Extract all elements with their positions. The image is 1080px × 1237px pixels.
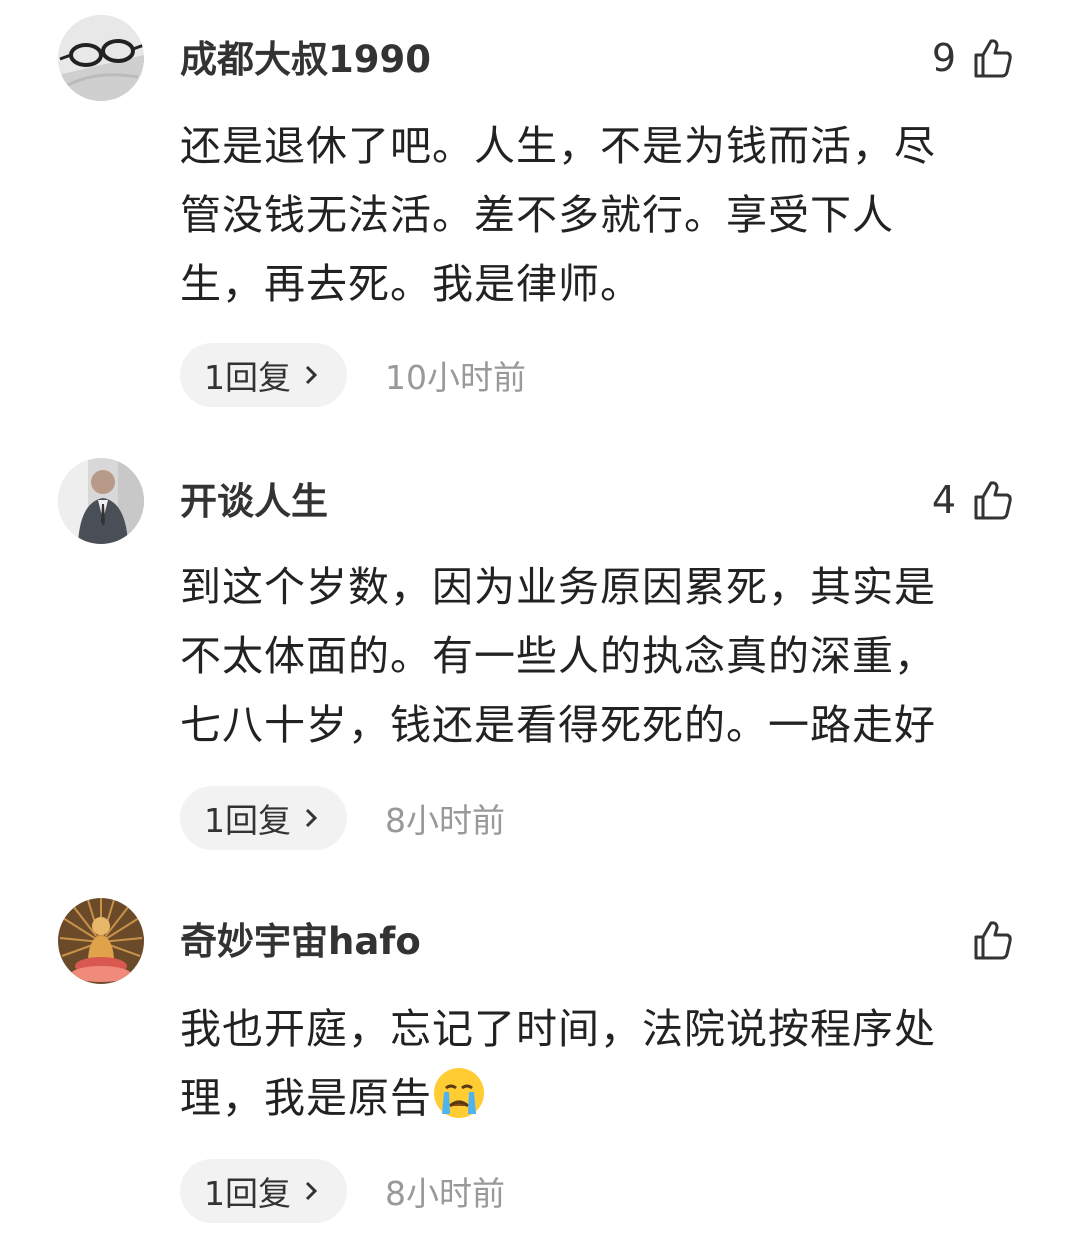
username[interactable]: 奇妙宇宙hafo xyxy=(180,920,421,964)
thumbs-up-icon[interactable] xyxy=(970,36,1014,80)
like-count: 9 xyxy=(931,36,956,80)
reply-button[interactable]: 1回复 xyxy=(180,786,347,850)
like-button[interactable]: 9 xyxy=(932,33,1014,83)
username[interactable]: 成都大叔1990 xyxy=(180,38,431,82)
comment-item: 奇妙宇宙hafo 我也开庭，忘记了时间，法院说按程序处 理，我是原告 1回复 8… xyxy=(0,880,1080,1237)
like-count: 4 xyxy=(931,478,956,522)
username[interactable]: 开谈人生 xyxy=(180,480,328,524)
comment-line-with-emoji: 理，我是原告 xyxy=(180,1064,1020,1133)
reply-row: 1回复 8小时前 xyxy=(180,1159,505,1223)
comment-line: 不太体面的。有一些人的执念真的深重， xyxy=(180,632,936,680)
thumbs-up-icon[interactable] xyxy=(970,918,1014,962)
timestamp: 8小时前 xyxy=(385,1174,505,1213)
reply-label: 1回复 xyxy=(204,358,291,397)
comment-item: 成都大叔1990 9 还是退休了吧。人生，不是为钱而活，尽 管没钱无法活。差不多… xyxy=(0,0,1080,420)
reply-row: 1回复 8小时前 xyxy=(180,786,505,850)
reply-button[interactable]: 1回复 xyxy=(180,343,347,407)
reply-button[interactable]: 1回复 xyxy=(180,1159,347,1223)
comment-line: 管没钱无法活。差不多就行。享受下人 xyxy=(180,191,894,239)
avatar[interactable] xyxy=(58,15,144,101)
comment-line: 生，再去死。我是律师。 xyxy=(180,260,642,308)
avatar[interactable] xyxy=(58,458,144,544)
comment-line: 七八十岁，钱还是看得死死的。一路走好 xyxy=(180,701,936,749)
timestamp: 8小时前 xyxy=(385,801,505,840)
comment-line: 还是退休了吧。人生，不是为钱而活，尽 xyxy=(180,122,936,170)
comment-text: 还是退休了吧。人生，不是为钱而活，尽 管没钱无法活。差不多就行。享受下人 生，再… xyxy=(180,112,1020,319)
man-in-suit-avatar-icon xyxy=(58,458,144,544)
comment-line: 我也开庭，忘记了时间，法院说按程序处 xyxy=(180,1005,936,1053)
thumbs-up-icon[interactable] xyxy=(970,478,1014,522)
reply-row: 1回复 10小时前 xyxy=(180,343,526,407)
glasses-avatar-icon xyxy=(58,15,144,101)
comment-text: 到这个岁数，因为业务原因累死，其实是 不太体面的。有一些人的执念真的深重， 七八… xyxy=(180,553,1020,760)
thousand-armed-buddha-avatar-icon xyxy=(58,898,144,984)
comment-line: 到这个岁数，因为业务原因累死，其实是 xyxy=(180,563,936,611)
reply-label: 1回复 xyxy=(204,801,291,840)
chevron-right-icon xyxy=(305,808,318,828)
comment-text: 我也开庭，忘记了时间，法院说按程序处 理，我是原告 xyxy=(180,995,1020,1133)
comment-line: 理，我是原告 xyxy=(180,1074,432,1122)
reply-label: 1回复 xyxy=(204,1174,291,1213)
like-button[interactable] xyxy=(956,915,1014,965)
comment-item: 开谈人生 4 到这个岁数，因为业务原因累死，其实是 不太体面的。有一些人的执念真… xyxy=(0,440,1080,860)
crying-face-emoji-icon xyxy=(434,1068,484,1118)
chevron-right-icon xyxy=(305,365,318,385)
chevron-right-icon xyxy=(305,1181,318,1201)
like-button[interactable]: 4 xyxy=(932,475,1014,525)
timestamp: 10小时前 xyxy=(385,358,526,397)
avatar[interactable] xyxy=(58,898,144,984)
